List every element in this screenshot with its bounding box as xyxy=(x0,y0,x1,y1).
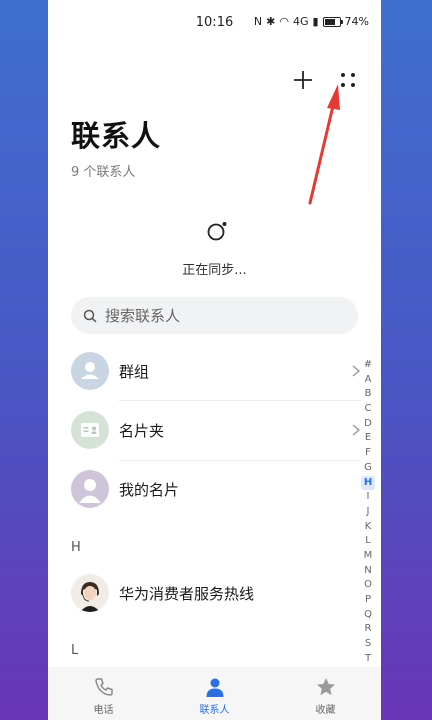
business-cards-item[interactable]: 名片夹 xyxy=(71,402,361,458)
contact-name: 华为消费者服务热线 xyxy=(119,584,255,603)
alphabet-letter[interactable]: H xyxy=(361,475,375,491)
business-cards-label: 名片夹 xyxy=(119,421,165,440)
phone-screen: 10:16 N ✱ ◠ 4G ▮ 74% 联系人 9 个联系人 正在同步... xyxy=(48,0,381,720)
star-icon xyxy=(316,678,335,696)
alphabet-letter[interactable]: P xyxy=(361,593,375,608)
alphabet-letter[interactable]: # xyxy=(361,358,375,373)
groups-item[interactable]: 群组 xyxy=(71,343,361,399)
my-card-avatar-icon xyxy=(71,470,109,508)
alphabet-letter[interactable]: J xyxy=(361,505,375,520)
signal-icon: ▮ xyxy=(312,15,319,28)
status-icons: N ✱ ◠ 4G ▮ 74% xyxy=(254,15,369,28)
section-header-h: H xyxy=(71,540,81,555)
search-placeholder: 搜索联系人 xyxy=(105,307,181,325)
nav-contacts-label: 联系人 xyxy=(199,705,230,716)
search-input[interactable]: 搜索联系人 xyxy=(71,297,358,334)
alphabet-letter[interactable]: T xyxy=(361,652,375,667)
group-avatar-icon xyxy=(71,352,109,390)
alphabet-letter[interactable]: A xyxy=(361,373,375,388)
alphabet-letter[interactable]: I xyxy=(361,490,375,505)
person-icon xyxy=(206,678,223,697)
alphabet-letter[interactable]: O xyxy=(361,578,375,593)
alphabet-letter[interactable]: D xyxy=(361,417,375,432)
alphabet-letter[interactable]: B xyxy=(361,387,375,402)
contact-avatar xyxy=(71,574,109,612)
divider xyxy=(119,400,361,401)
nav-contacts[interactable]: 联系人 xyxy=(159,667,270,720)
business-card-icon xyxy=(71,411,109,449)
section-header-l: L xyxy=(71,643,79,658)
sync-icon xyxy=(207,222,227,241)
phone-icon xyxy=(94,678,113,696)
search-icon xyxy=(83,309,97,323)
network-type: 4G xyxy=(292,15,309,28)
nav-favorites[interactable]: 收藏 xyxy=(270,667,381,720)
plus-icon xyxy=(294,71,312,89)
alphabet-letter[interactable]: L xyxy=(361,534,375,549)
more-dots-icon xyxy=(341,73,355,87)
my-card-item[interactable]: 我的名片 xyxy=(71,461,361,517)
more-options-button[interactable] xyxy=(334,66,362,94)
alphabet-letter[interactable]: K xyxy=(361,520,375,535)
bluetooth-icon: ✱ xyxy=(266,15,276,28)
my-card-label: 我的名片 xyxy=(119,480,180,499)
contact-item[interactable]: 华为消费者服务热线 xyxy=(71,565,361,621)
wifi-icon: ◠ xyxy=(279,15,289,28)
alphabet-letter[interactable]: F xyxy=(361,446,375,461)
sync-status-text: 正在同步... xyxy=(182,263,247,278)
nav-phone-label: 电话 xyxy=(93,705,114,716)
alphabet-letter[interactable]: N xyxy=(361,564,375,579)
alphabet-letter[interactable]: Q xyxy=(361,608,375,623)
add-contact-button[interactable] xyxy=(289,66,317,94)
alphabet-letter[interactable]: S xyxy=(361,637,375,652)
battery-icon xyxy=(322,16,343,27)
bottom-navigation: 电话 联系人 收藏 xyxy=(48,667,381,720)
alphabet-letter[interactable]: C xyxy=(361,402,375,417)
groups-label: 群组 xyxy=(119,362,150,381)
nfc-icon: N xyxy=(253,15,263,28)
alphabet-letter[interactable]: R xyxy=(361,622,375,637)
alphabet-letter[interactable]: M xyxy=(361,549,375,564)
status-bar: 10:16 N ✱ ◠ 4G ▮ 74% xyxy=(48,0,381,46)
alphabet-letter[interactable]: G xyxy=(361,461,375,476)
nav-phone[interactable]: 电话 xyxy=(48,667,159,720)
page-title: 联系人 xyxy=(71,119,162,153)
contact-count: 9 个联系人 xyxy=(71,165,136,180)
battery-level: 74% xyxy=(344,15,369,28)
alphabet-index[interactable]: # A B C D E F G H I J K L M N O P Q R S T xyxy=(358,358,378,666)
alphabet-letter[interactable]: E xyxy=(361,431,375,446)
nav-favorites-label: 收藏 xyxy=(315,705,336,716)
